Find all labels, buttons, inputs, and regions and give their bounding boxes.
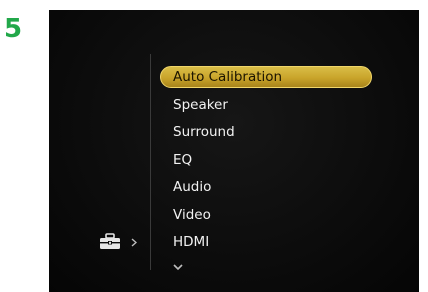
- chevron-down-icon[interactable]: [172, 262, 184, 272]
- menu-item-eq[interactable]: EQ: [160, 149, 372, 177]
- menu-item-video[interactable]: Video: [160, 204, 372, 232]
- setup-menu-list: Auto Calibration Speaker Surround EQ Aud…: [160, 66, 372, 259]
- menu-item-speaker[interactable]: Speaker: [160, 94, 372, 122]
- toolbox-icon: [100, 233, 120, 249]
- chevron-right-icon: [131, 238, 137, 247]
- menu-item-surround[interactable]: Surround: [160, 121, 372, 149]
- step-number: 5: [4, 14, 23, 44]
- menu-divider: [150, 54, 151, 270]
- tv-screen: Auto Calibration Speaker Surround EQ Aud…: [49, 10, 419, 292]
- menu-item-audio[interactable]: Audio: [160, 176, 372, 204]
- menu-item-auto-calibration[interactable]: Auto Calibration: [160, 66, 372, 88]
- menu-item-hdmi[interactable]: HDMI: [160, 231, 372, 259]
